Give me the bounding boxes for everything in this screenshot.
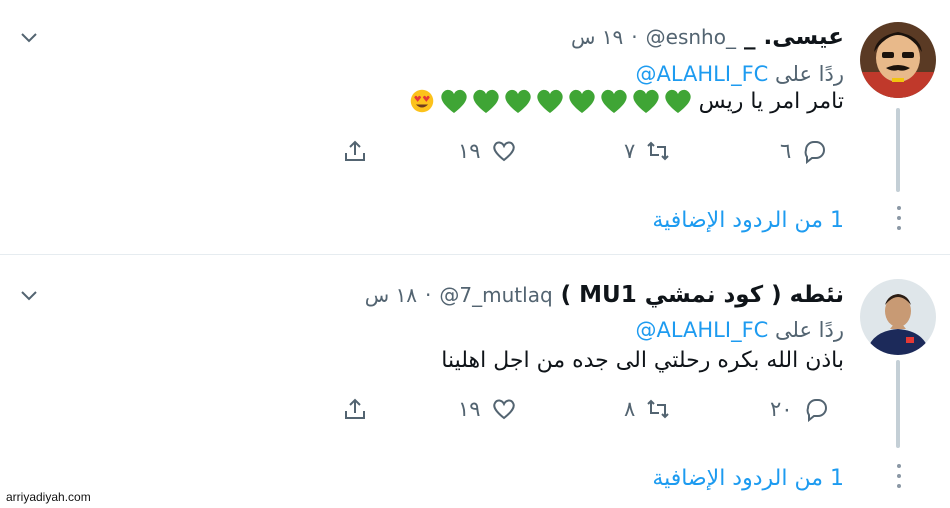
tweet-text: باذن الله بكره رحلتي الى جده من اجل اهلي…: [441, 348, 844, 373]
share-icon: [345, 398, 365, 419]
tweet-text: تامر امر يا ريس: [407, 88, 844, 114]
heart-icon: [492, 141, 515, 162]
green-heart-icon: [504, 89, 531, 113]
avatar-image: [860, 22, 936, 98]
tweet-text-content: باذن الله بكره رحلتي الى جده من اجل اهلي…: [441, 348, 844, 373]
timestamp[interactable]: ١٩ س: [571, 25, 623, 49]
reply-count: ٦: [780, 139, 792, 163]
share-action[interactable]: [342, 138, 368, 164]
display-name[interactable]: نئطه ( كود نمشي MU1 ): [561, 282, 844, 308]
share-action[interactable]: [342, 396, 368, 422]
reply-action[interactable]: ٢٠: [770, 396, 829, 422]
green-heart-icon: [568, 89, 595, 113]
avatar[interactable]: [860, 22, 936, 98]
tweet-divider: [0, 254, 950, 255]
tweet-header: عيسى. _ @esnho_ · ١٩ س: [571, 24, 844, 50]
chevron-down-icon[interactable]: [18, 284, 40, 306]
user-handle[interactable]: @7_mutlaq: [439, 283, 552, 307]
display-name[interactable]: عيسى. _: [744, 24, 844, 50]
show-more-replies-link[interactable]: 1 من الردود الإضافية: [652, 208, 844, 233]
retweet-count: ٧: [624, 139, 636, 163]
more-replies-dots-icon: [896, 206, 902, 230]
green-heart-icon: [632, 89, 659, 113]
chevron-down-icon[interactable]: [18, 26, 40, 48]
retweet-icon: [647, 399, 669, 419]
reply-context: ردًا على @ALAHLI_FC: [635, 62, 844, 86]
reply-icon: [804, 141, 826, 164]
green-heart-icon: [472, 89, 499, 113]
reply-count: ٢٠: [770, 397, 793, 421]
reply-mention[interactable]: @ALAHLI_FC: [635, 62, 768, 86]
avatar[interactable]: [860, 279, 936, 355]
green-heart-icon: [536, 89, 563, 113]
user-handle[interactable]: @esnho_: [646, 25, 736, 49]
retweet-count: ٨: [624, 397, 636, 421]
like-count: ١٩: [458, 139, 481, 163]
share-icon: [345, 140, 365, 161]
reply-mention[interactable]: @ALAHLI_FC: [635, 318, 768, 342]
thread-line: [896, 108, 900, 192]
tweet-text-content: تامر امر يا ريس: [698, 88, 844, 114]
emoji-row: [407, 88, 693, 114]
timestamp[interactable]: ١٨ س: [365, 283, 417, 307]
green-heart-icon: [664, 89, 691, 113]
reply-context: ردًا على @ALAHLI_FC: [635, 318, 844, 342]
reply-action[interactable]: ٦: [780, 138, 827, 164]
more-replies-dots-icon: [896, 464, 902, 488]
reply-prefix: ردًا على: [775, 62, 844, 86]
thread-line: [896, 360, 900, 448]
retweet-action[interactable]: ٧: [624, 138, 671, 164]
separator-dot: ·: [425, 283, 432, 307]
retweet-icon: [647, 141, 669, 161]
green-heart-icon: [600, 89, 627, 113]
retweet-action[interactable]: ٨: [624, 396, 671, 422]
reply-icon: [806, 399, 827, 422]
heart-eyes-emoji-icon: [410, 89, 433, 113]
watermark: arriyadiyah.com: [6, 490, 91, 504]
tweet-header: نئطه ( كود نمشي MU1 ) @7_mutlaq · ١٨ س: [365, 282, 844, 308]
avatar-image: [860, 279, 936, 355]
green-heart-icon: [440, 89, 467, 113]
like-count: ١٩: [458, 397, 481, 421]
like-action[interactable]: ١٩: [458, 396, 517, 422]
like-action[interactable]: ١٩: [458, 138, 517, 164]
separator-dot: ·: [631, 25, 638, 49]
heart-icon: [492, 399, 515, 420]
reply-prefix: ردًا على: [775, 318, 844, 342]
show-more-replies-link[interactable]: 1 من الردود الإضافية: [652, 466, 844, 491]
